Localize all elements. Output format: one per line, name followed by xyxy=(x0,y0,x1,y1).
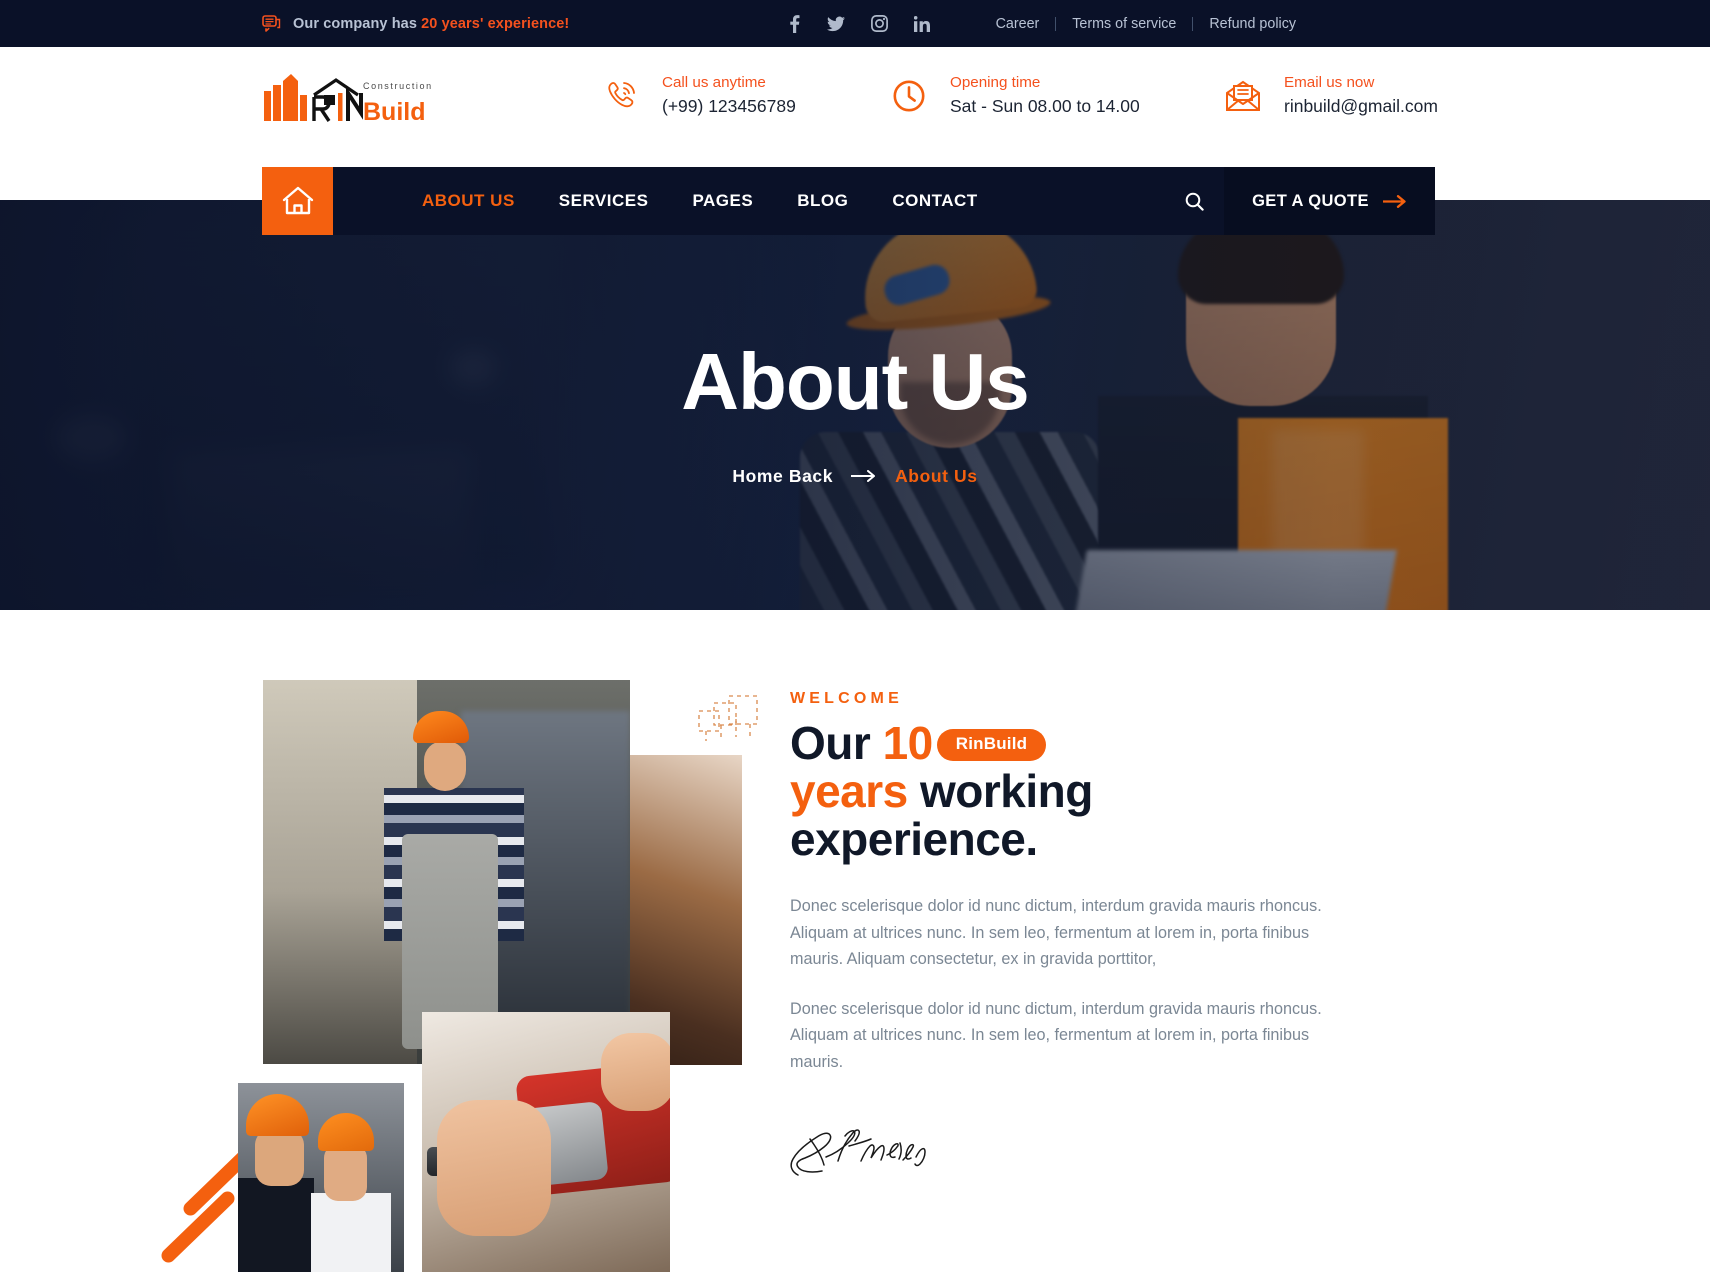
home-icon[interactable] xyxy=(262,167,333,235)
arrow-right-icon xyxy=(851,470,877,482)
header-info-opening: Opening time Sat - Sun 08.00 to 14.00 xyxy=(888,74,1140,117)
svg-text:Build: Build xyxy=(363,98,426,125)
envelope-icon xyxy=(1222,75,1264,117)
announcement: Our company has 20 years' experience! xyxy=(262,14,570,33)
search-icon[interactable] xyxy=(1164,167,1224,235)
about-us-page: Our company has 20 years' experience! Ca… xyxy=(0,0,1710,1272)
info-label: Opening time xyxy=(950,74,1041,91)
brand-pill: RinBuild xyxy=(936,729,1047,761)
nav-item-services[interactable]: SERVICES xyxy=(537,191,671,211)
clock-icon xyxy=(888,75,930,117)
nav-item-about-us[interactable]: ABOUT US xyxy=(400,191,537,211)
info-block: Opening time Sat - Sun 08.00 to 14.00 xyxy=(950,74,1140,117)
twitter-icon[interactable] xyxy=(827,16,845,32)
nav-item-blog[interactable]: BLOG xyxy=(775,191,870,211)
section-eyebrow: WELCOME xyxy=(790,690,903,707)
headline-part-4: experience. xyxy=(790,812,1038,865)
info-label: Call us anytime xyxy=(662,74,766,91)
info-label: Email us now xyxy=(1284,74,1375,91)
page-title: About Us xyxy=(681,336,1030,426)
nav-item-contact[interactable]: CONTACT xyxy=(870,191,999,211)
main-navigation: ABOUT US SERVICES PAGES BLOG CONTACT GET… xyxy=(262,167,1435,235)
announcement-text: Our company has 20 years' experience! xyxy=(293,15,570,32)
about-image-collage xyxy=(158,660,760,1272)
topbar-link-career[interactable]: Career xyxy=(980,16,1056,32)
linkedin-icon[interactable] xyxy=(914,15,930,32)
two-engineers-photo xyxy=(238,1083,404,1272)
topbar-links: Career Terms of service Refund policy xyxy=(980,16,1312,32)
info-block: Email us now rinbuild@gmail.com xyxy=(1284,74,1438,117)
facebook-icon[interactable] xyxy=(788,14,801,33)
topbar-link-refund[interactable]: Refund policy xyxy=(1193,16,1312,32)
breadcrumb-current: About Us xyxy=(895,465,978,486)
dashed-pattern-icon xyxy=(698,693,760,741)
site-header: Construction Build Call us anytime (+99)… xyxy=(0,47,1710,154)
headline-part-1: Our xyxy=(790,717,883,769)
top-announcement-bar: Our company has 20 years' experience! Ca… xyxy=(0,0,1710,47)
headline-number: 10 xyxy=(882,717,934,769)
nav-item-pages[interactable]: PAGES xyxy=(670,191,775,211)
info-value: Sat - Sun 08.00 to 14.00 xyxy=(950,96,1140,116)
info-block: Call us anytime (+99) 123456789 xyxy=(662,74,796,117)
signature-image xyxy=(786,1117,946,1187)
topbar-link-terms[interactable]: Terms of service xyxy=(1056,16,1192,32)
breadcrumb: Home Back About Us xyxy=(732,466,977,487)
svg-text:Construction: Construction xyxy=(363,81,433,91)
headline-part-3: working xyxy=(907,764,1093,817)
headline-part-2: years xyxy=(790,764,908,817)
info-value[interactable]: rinbuild@gmail.com xyxy=(1284,96,1438,117)
arrow-right-icon xyxy=(1382,194,1407,208)
about-paragraph-1: Donec scelerisque dolor id nunc dictum, … xyxy=(790,897,1322,968)
social-links xyxy=(788,14,930,33)
chat-bubble-icon xyxy=(262,14,281,33)
breadcrumb-home[interactable]: Home Back xyxy=(732,466,833,487)
section-headline: Our 10 RinBuild years working experience. xyxy=(790,717,1330,865)
hand-with-drill-photo xyxy=(422,1012,670,1272)
header-info-email: Email us now rinbuild@gmail.com xyxy=(1222,74,1438,117)
hero-banner: About Us Home Back About Us xyxy=(0,200,1710,610)
nav-links: ABOUT US SERVICES PAGES BLOG CONTACT xyxy=(333,167,1000,235)
header-info-phone: Call us anytime (+99) 123456789 xyxy=(600,74,796,117)
about-paragraph-2: Donec scelerisque dolor id nunc dictum, … xyxy=(790,1000,1322,1071)
phone-ring-icon xyxy=(600,75,642,117)
worker-in-factory-photo xyxy=(263,680,630,1064)
get-a-quote-label: GET A QUOTE xyxy=(1252,191,1369,210)
about-copy: WELCOME Our 10 RinBuild years working exp… xyxy=(790,690,1330,1075)
site-logo[interactable]: Construction Build xyxy=(262,73,437,125)
info-value[interactable]: (+99) 123456789 xyxy=(662,96,796,117)
instagram-icon[interactable] xyxy=(871,15,888,32)
get-a-quote-button[interactable]: GET A QUOTE xyxy=(1224,167,1435,235)
